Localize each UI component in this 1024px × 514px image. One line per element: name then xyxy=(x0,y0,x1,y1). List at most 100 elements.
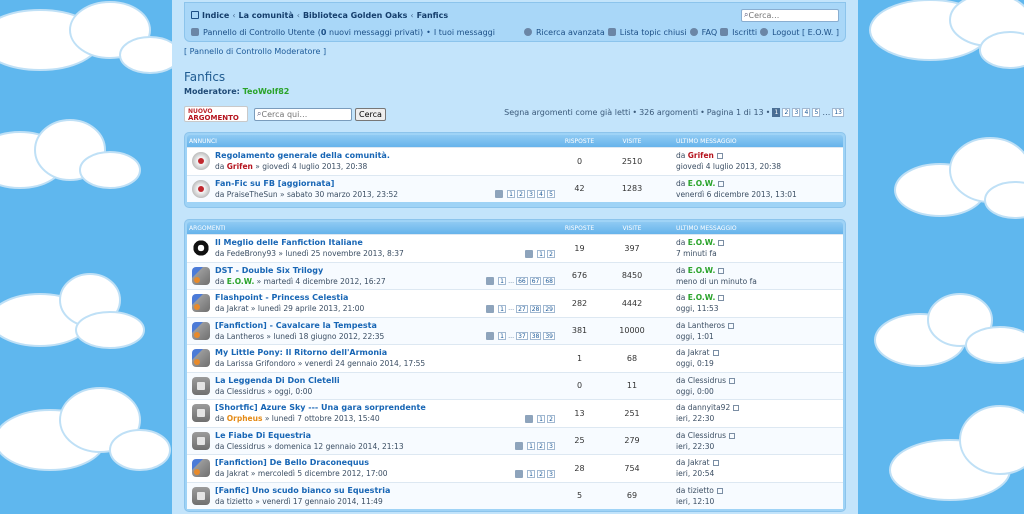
pm-label[interactable]: nuovi messaggi privati) xyxy=(326,28,423,37)
page-3[interactable]: 3 xyxy=(792,108,801,117)
topic-title-link[interactable]: Le Fiabe Di Equestria xyxy=(215,430,404,441)
topic-page-link[interactable]: 2 xyxy=(537,442,545,450)
topic-author[interactable]: PraiseTheSun xyxy=(227,190,278,199)
topic-author[interactable]: Clessidrus xyxy=(227,387,265,396)
topic-title-link[interactable]: Fan-Fic su FB [aggiornata] xyxy=(215,178,398,189)
topic-title-link[interactable]: Flashpoint - Princess Celestia xyxy=(215,292,364,303)
topic-title-link[interactable]: DST - Double Six Trilogy xyxy=(215,265,386,276)
last-post-author[interactable]: Grifen xyxy=(688,151,714,160)
view-latest-post-icon[interactable] xyxy=(729,432,736,439)
topic-title-link[interactable]: Regolamento generale della comunità. xyxy=(215,150,390,161)
view-latest-post-icon[interactable] xyxy=(712,350,719,357)
breadcrumb-library[interactable]: Biblioteca Golden Oaks xyxy=(303,11,407,20)
view-latest-post-icon[interactable] xyxy=(718,267,725,274)
topic-title-link[interactable]: [Fanfic] Uno scudo bianco su Equestria xyxy=(215,485,390,496)
last-post-author[interactable]: E.O.W. xyxy=(688,266,716,275)
view-latest-post-icon[interactable] xyxy=(718,180,725,187)
topic-author[interactable]: Jakrat xyxy=(227,469,249,478)
topic-page-link[interactable]: 28 xyxy=(529,304,542,313)
topic-page-link[interactable]: 37 xyxy=(516,332,528,340)
last-post-author[interactable]: E.O.W. xyxy=(688,238,716,247)
topic-page-link[interactable]: 2 xyxy=(537,469,545,478)
page-1[interactable]: 1 xyxy=(772,108,781,117)
logout-link[interactable]: Logout [ E.O.W. ] xyxy=(772,28,839,37)
view-latest-post-icon[interactable] xyxy=(716,487,723,494)
topic-page-link[interactable]: 3 xyxy=(547,442,555,450)
view-latest-post-icon[interactable] xyxy=(718,240,725,247)
topic-title-link[interactable]: My Little Pony: Il Ritorno dell'Armonia xyxy=(215,347,425,358)
topic-page-link[interactable]: 38 xyxy=(529,332,542,340)
topic-page-link[interactable]: 2 xyxy=(547,249,555,258)
last-post-author[interactable]: E.O.W. xyxy=(688,293,716,302)
view-latest-post-icon[interactable] xyxy=(716,153,723,160)
topic-page-link[interactable]: 1 xyxy=(498,304,507,313)
topic-title-link[interactable]: La Leggenda Di Don Cletelli xyxy=(215,375,340,386)
topic-author[interactable]: Lantheros xyxy=(227,332,264,341)
page-title[interactable]: Fanfics xyxy=(184,70,846,84)
last-post-author[interactable]: Clessidrus xyxy=(688,431,726,440)
page-4[interactable]: 4 xyxy=(802,108,811,117)
page-5[interactable]: 5 xyxy=(812,108,821,117)
topic-page-link[interactable]: 1 xyxy=(507,190,515,198)
last-post-author[interactable]: Clessidrus xyxy=(688,376,726,385)
user-control-panel-link[interactable]: Pannello di Controllo Utente xyxy=(203,28,315,37)
topic-author[interactable]: Orpheus xyxy=(227,414,263,423)
topic-author[interactable]: Larissa Grifondoro xyxy=(227,359,296,368)
topic-page-link[interactable]: 5 xyxy=(547,190,555,198)
last-post-author[interactable]: Jakrat xyxy=(688,348,710,357)
topic-author[interactable]: FedeBrony93 xyxy=(227,249,276,258)
page-13[interactable]: 13 xyxy=(832,108,844,117)
topic-page-link[interactable]: 1 xyxy=(537,249,545,258)
topic-page-link[interactable]: 39 xyxy=(543,332,555,340)
advanced-search-link[interactable]: Ricerca avanzata xyxy=(536,28,605,37)
breadcrumb-fanfics[interactable]: Fanfics xyxy=(417,11,449,20)
last-post-author[interactable]: tizietto xyxy=(688,486,714,495)
topic-title-link[interactable]: [Fanfiction] De Bello Draconequus xyxy=(215,457,388,468)
last-post-author[interactable]: Jakrat xyxy=(688,458,710,467)
topic-page-link[interactable]: 67 xyxy=(529,277,542,285)
header-search-input[interactable] xyxy=(748,10,829,20)
topic-title-link[interactable]: [Shortfic] Azure Sky --- Una gara sorpre… xyxy=(215,402,426,413)
topic-page-link[interactable]: 27 xyxy=(516,304,528,313)
last-post-author[interactable]: E.O.W. xyxy=(688,179,716,188)
topic-page-link[interactable]: 3 xyxy=(547,469,555,478)
breadcrumb-index[interactable]: Indice xyxy=(202,11,229,20)
my-messages-link[interactable]: I tuoi messaggi xyxy=(434,28,495,37)
topic-page-link[interactable]: 1 xyxy=(498,277,507,285)
topic-page-link[interactable]: 2 xyxy=(547,414,555,423)
topic-page-link[interactable]: 3 xyxy=(527,190,535,198)
topic-author[interactable]: tizietto xyxy=(227,497,253,506)
moderator-panel-link[interactable]: [ Pannello di Controllo Moderatore ] xyxy=(184,47,846,56)
topic-author[interactable]: Grifen xyxy=(227,162,253,171)
topic-author[interactable]: Jakrat xyxy=(227,304,249,313)
new-topic-button[interactable]: NUOVO ARGOMENTO xyxy=(184,106,248,122)
moderator-name[interactable]: TeoWolf82 xyxy=(243,87,290,96)
breadcrumb-community[interactable]: La comunità xyxy=(239,11,294,20)
topic-page-link[interactable]: 68 xyxy=(543,277,555,285)
forum-search-button[interactable]: Cerca xyxy=(355,107,386,121)
topic-page-link[interactable]: 4 xyxy=(537,190,545,198)
members-link[interactable]: Iscritti xyxy=(732,28,757,37)
topic-title-link[interactable]: Il Meglio delle Fanfiction Italiane xyxy=(215,237,404,248)
topic-page-link[interactable]: 1 xyxy=(498,332,507,340)
last-post-author[interactable]: dannyita92 xyxy=(688,403,730,412)
topic-page-link[interactable]: 2 xyxy=(517,190,525,198)
view-latest-post-icon[interactable] xyxy=(729,377,736,384)
page-2[interactable]: 2 xyxy=(782,108,791,117)
forum-search-input[interactable] xyxy=(261,109,344,119)
view-latest-post-icon[interactable] xyxy=(733,405,740,412)
topic-author[interactable]: E.O.W. xyxy=(227,277,255,286)
closed-topics-link[interactable]: Lista topic chiusi xyxy=(620,28,687,37)
topic-page-link[interactable]: 29 xyxy=(543,304,555,313)
view-latest-post-icon[interactable] xyxy=(718,295,725,302)
mark-read-link[interactable]: Segna argomenti come già letti xyxy=(504,108,630,117)
topic-author[interactable]: Clessidrus xyxy=(227,442,265,451)
home-icon[interactable] xyxy=(191,11,199,19)
last-post-author[interactable]: Lantheros xyxy=(688,321,725,330)
topic-page-link[interactable]: 1 xyxy=(537,414,545,423)
topic-page-link[interactable]: 1 xyxy=(527,442,535,450)
topic-title-link[interactable]: [Fanfiction] - Cavalcare la Tempesta xyxy=(215,320,384,331)
faq-link[interactable]: FAQ xyxy=(702,28,718,37)
view-latest-post-icon[interactable] xyxy=(728,322,735,329)
topic-page-link[interactable]: 1 xyxy=(527,469,535,478)
